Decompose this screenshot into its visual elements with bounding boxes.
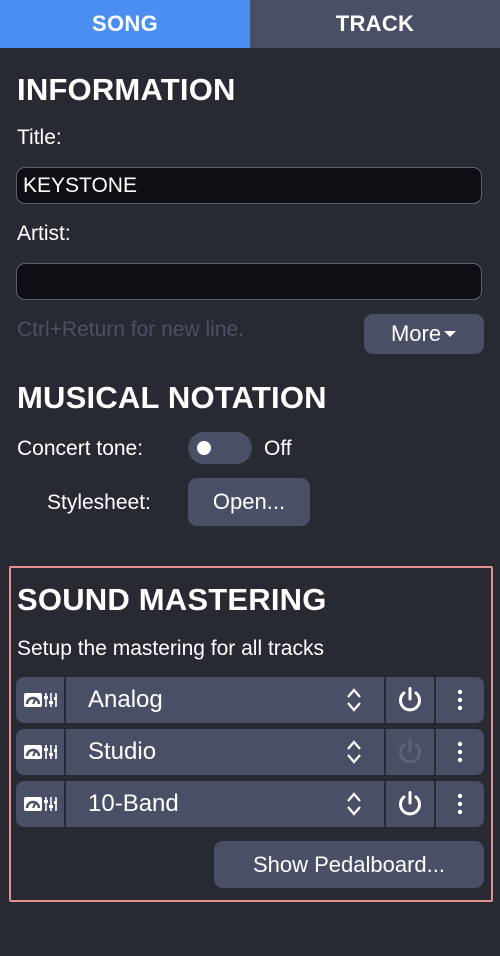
mastering-chain-row: 10-Band [16,781,484,827]
mastering-chain-menu-button[interactable] [436,729,484,775]
more-button[interactable]: More [364,314,484,354]
artist-label: Artist: [17,222,71,245]
tab-song[interactable]: SONG [0,0,250,48]
mastering-chain-select[interactable]: Analog [66,677,384,723]
musical-notation-heading: MUSICAL NOTATION [17,380,327,415]
stylesheet-open-button[interactable]: Open... [188,478,310,526]
mastering-chain-power-button[interactable] [386,781,434,827]
mastering-chain-power-button[interactable] [386,729,434,775]
chevron-up-down-icon [347,740,361,764]
amp-eq-icon [16,781,64,827]
title-label: Title: [17,126,62,149]
mastering-chain-row: Studio [16,729,484,775]
mastering-chain-name: 10-Band [88,790,179,817]
mastering-chain-power-button[interactable] [386,677,434,723]
mastering-chain-menu-button[interactable] [436,677,484,723]
chevron-up-down-icon [347,792,361,816]
amp-eq-icon [16,677,64,723]
triangle-down-icon [444,331,457,337]
mastering-chain-name: Analog [88,686,163,713]
concert-tone-label: Concert tone: [17,437,144,460]
power-icon [399,687,421,712]
tab-track[interactable]: TRACK [250,0,500,48]
stylesheet-label: Stylesheet: [47,491,151,514]
mastering-description: Setup the mastering for all tracks [17,637,324,660]
mastering-chain-menu-button[interactable] [436,781,484,827]
concert-tone-toggle[interactable] [188,432,252,464]
mastering-chain-select[interactable]: Studio [66,729,384,775]
more-vertical-icon [457,689,463,711]
tab-bar: SONG TRACK [0,0,500,48]
artist-input[interactable] [16,263,482,300]
mastering-chain-row: Analog [16,677,484,723]
concert-tone-state: Off [264,437,292,460]
more-vertical-icon [457,793,463,815]
show-pedalboard-label: Show Pedalboard... [252,851,446,877]
information-heading: INFORMATION [17,72,236,107]
amp-eq-icon [16,729,64,775]
power-icon [399,739,421,764]
new-line-hint: Ctrl+Return for new line. [17,318,245,341]
mastering-chain-name: Studio [88,738,157,765]
power-icon [399,791,421,816]
chevron-up-down-icon [347,688,361,712]
title-input[interactable] [16,167,482,204]
sound-mastering-heading: SOUND MASTERING [17,582,327,617]
open-button-label: Open... [212,489,286,514]
show-pedalboard-button[interactable]: Show Pedalboard... [214,841,484,888]
more-vertical-icon [457,741,463,763]
toggle-knob [197,441,211,455]
more-button-label: More [390,321,442,346]
mastering-chain-select[interactable]: 10-Band [66,781,384,827]
